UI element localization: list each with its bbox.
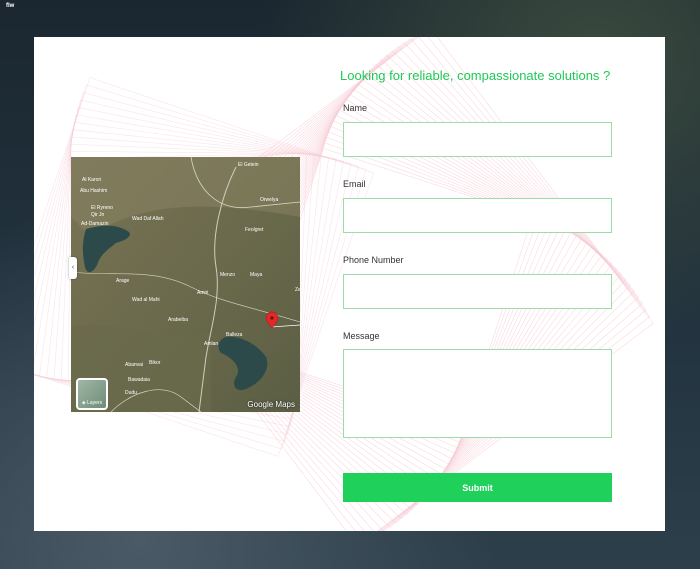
map-place-label: Qir Jn bbox=[91, 212, 105, 218]
name-label: Name bbox=[343, 103, 368, 113]
map-place-label: Amlan bbox=[204, 341, 218, 347]
map-place-label: Ze bbox=[295, 287, 300, 293]
corner-mark: flw bbox=[6, 3, 15, 9]
map-place-label: El Ryreno bbox=[91, 205, 113, 211]
map-place-label: Balleza bbox=[226, 332, 243, 338]
phone-input[interactable] bbox=[343, 274, 612, 309]
phone-label: Phone Number bbox=[343, 255, 404, 265]
map-place-label: El Getein bbox=[238, 162, 259, 168]
satellite-map[interactable]: El Getein Al Karori Abu Hashim El Ryreno… bbox=[71, 157, 300, 412]
message-label: Message bbox=[343, 331, 380, 341]
layers-label: ◈ Layers bbox=[81, 400, 103, 406]
map-place-label: Bikor bbox=[149, 360, 161, 366]
layers-button[interactable]: ◈ Layers bbox=[76, 378, 108, 410]
map-place-label: Dudu bbox=[125, 390, 137, 396]
map-place-label: Ad-Damazin bbox=[81, 221, 109, 227]
contact-form: Looking for reliable, compassionate solu… bbox=[340, 37, 640, 531]
map-place-label: Maya bbox=[250, 272, 262, 278]
map-embed[interactable]: El Getein Al Karori Abu Hashim El Ryreno… bbox=[71, 157, 300, 412]
map-place-label: Amiri bbox=[197, 290, 208, 296]
submit-button[interactable]: Submit bbox=[343, 473, 612, 502]
map-place-label: Al Karori bbox=[82, 177, 101, 183]
email-label: Email bbox=[343, 179, 366, 189]
map-place-label: Feolgret bbox=[245, 227, 264, 233]
email-input[interactable] bbox=[343, 198, 612, 233]
form-title: Looking for reliable, compassionate solu… bbox=[340, 68, 611, 83]
chevron-left-icon[interactable]: ‹ bbox=[69, 257, 77, 279]
map-place-label: Wad al Mahi bbox=[132, 297, 160, 303]
map-place-label: Bawadaia bbox=[128, 377, 150, 383]
map-place-label: Wad Daf Allah bbox=[132, 216, 164, 222]
map-credit: Google Maps bbox=[247, 400, 295, 409]
map-place-label: Menzo bbox=[220, 272, 235, 278]
contact-card: El Getein Al Karori Abu Hashim El Ryreno… bbox=[34, 37, 665, 531]
name-input[interactable] bbox=[343, 122, 612, 157]
map-place-label: Arabeiba bbox=[168, 317, 188, 323]
map-place-label: Abu Hashim bbox=[80, 188, 107, 194]
message-textarea[interactable] bbox=[343, 349, 612, 438]
map-place-label: Arage bbox=[116, 278, 130, 284]
map-place-label: Orwelya bbox=[260, 197, 279, 203]
map-place-label: Abanvai bbox=[125, 362, 143, 368]
